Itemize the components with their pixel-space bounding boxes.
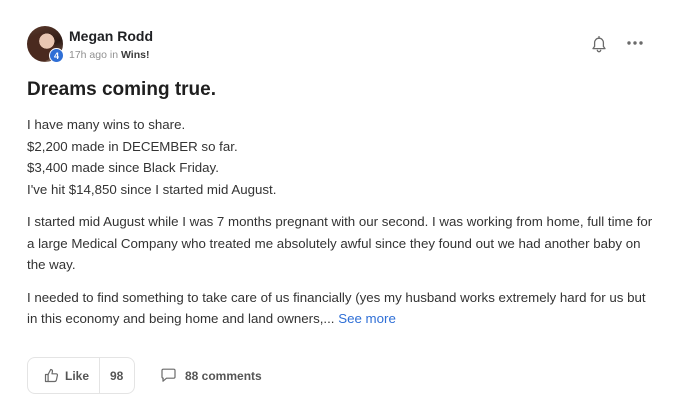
body-paragraph-text: I needed to find something to take care … xyxy=(27,289,646,327)
level-badge: 4 xyxy=(49,48,64,63)
thumbs-up-icon xyxy=(44,368,59,383)
comments-label: 88 comments xyxy=(185,368,262,383)
like-button[interactable]: Like xyxy=(28,358,99,393)
body-line: $2,200 made in DECEMBER so far. xyxy=(27,138,238,154)
comment-icon xyxy=(161,368,176,382)
body-paragraph-truncated: I needed to find something to take care … xyxy=(27,287,657,330)
comments-button[interactable]: 88 comments xyxy=(160,368,262,383)
body-paragraph: I started mid August while I was 7 month… xyxy=(27,214,653,272)
like-label: Like xyxy=(65,368,90,383)
post-card: 4 Megan Rodd 17h ago in Wins! Dreams com… xyxy=(0,0,679,400)
body-line: $3,400 made since Black Friday. xyxy=(27,160,219,175)
post-body: I have many wins to share. $2,200 made i… xyxy=(27,114,657,330)
body-line: I've hit $14,850 since I started mid Aug… xyxy=(27,181,277,197)
see-more-link[interactable]: See more xyxy=(338,311,396,326)
like-control: Like 98 xyxy=(27,357,135,394)
body-line: I have many wins to share. xyxy=(27,117,186,132)
post-title: Dreams coming true. xyxy=(27,79,216,100)
post-time: 17h ago in xyxy=(69,49,119,61)
more-icon[interactable] xyxy=(625,36,645,50)
like-divider xyxy=(99,358,100,393)
post-meta: 17h ago in Wins! xyxy=(69,49,149,61)
author-name[interactable]: Megan Rodd xyxy=(69,28,153,44)
bell-icon[interactable] xyxy=(591,35,607,54)
like-count[interactable]: 98 xyxy=(110,369,123,383)
author-avatar[interactable]: 4 xyxy=(27,26,64,63)
post-category[interactable]: Wins! xyxy=(121,49,150,61)
